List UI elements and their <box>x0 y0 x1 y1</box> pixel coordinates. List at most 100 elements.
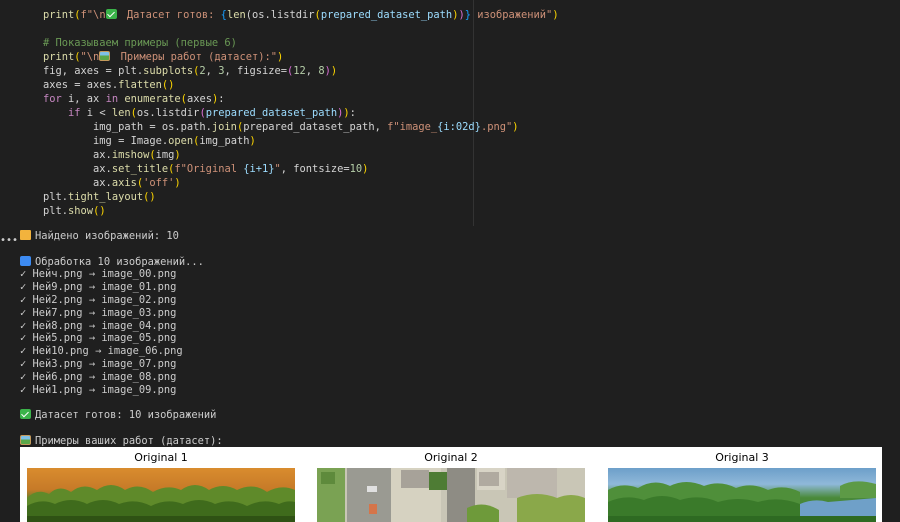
file-line: ✓ Ней7.png → image_03.png <box>20 306 177 319</box>
output-line: Датасет готов: 10 изображений <box>20 409 223 422</box>
output-line: Найдено изображений: 10 <box>20 230 223 243</box>
code-token: (os.listdir <box>245 9 315 21</box>
code-token: join <box>211 121 237 133</box>
code-token: , <box>305 65 319 77</box>
code-token: изображений" <box>470 9 553 21</box>
code-token: axis <box>111 177 137 189</box>
code-token: in <box>105 93 119 105</box>
output-processing: Обработка 10 изображений... <box>35 255 204 268</box>
subplot-image-3 <box>608 468 876 522</box>
file-line: ✓ Ней2.png → image_02.png <box>20 293 177 306</box>
code-token: print <box>43 51 75 63</box>
subplot-title-3: Original 3 <box>715 451 769 464</box>
code-token: f"\n <box>80 9 106 21</box>
code-token: fig, axes = plt. <box>43 65 144 77</box>
code-token: ) <box>552 9 559 21</box>
code-token: len <box>111 107 131 119</box>
picture-icon <box>20 434 31 445</box>
code-token: : <box>349 107 356 119</box>
code-token: img = Image. <box>93 135 169 147</box>
town-illustration <box>317 468 585 522</box>
code-token: ) <box>249 135 256 147</box>
file-line: ✓ Ней1.png → image_09.png <box>20 383 177 396</box>
check-icon <box>20 409 31 420</box>
output-examples: Примеры ваших работ (датасет): <box>35 434 223 447</box>
code-editor[interactable]: print(f"\n Датасет готов: {len(os.listdi… <box>43 8 559 218</box>
code-token: ) <box>512 121 519 133</box>
output-ready: Датасет готов: 10 изображений <box>35 409 217 422</box>
forest-illustration <box>27 485 295 522</box>
code-line: ax.set_title(f"Original {i+1}", fontsize… <box>43 162 559 176</box>
subplot-title-2: Original 2 <box>424 451 478 464</box>
code-token: prepared_dataset_path <box>205 107 338 119</box>
file-line: ✓ Ней6.png → image_08.png <box>20 370 177 383</box>
file-line: ✓ Ней3.png → image_07.png <box>20 357 177 370</box>
code-token: plt. <box>43 205 69 217</box>
code-token: () <box>93 205 106 217</box>
code-token: subplots <box>143 65 194 77</box>
code-token: ) <box>174 149 181 161</box>
code-line: if i < len(os.listdir(prepared_dataset_p… <box>43 106 559 120</box>
code-token: () <box>161 79 175 91</box>
code-token: print <box>43 9 75 21</box>
code-token: enumerate <box>124 93 181 105</box>
code-token: ) <box>362 163 369 175</box>
code-token: axes = axes. <box>43 79 119 91</box>
code-token: for <box>43 93 62 105</box>
picture-icon <box>99 51 111 61</box>
folder-icon <box>20 230 31 240</box>
code-token: {i:02d} <box>437 121 481 133</box>
output-menu-icon[interactable]: ••• <box>0 236 18 246</box>
file-line: ✓ Ней5.png → image_05.png <box>20 332 177 345</box>
code-token: 12 <box>293 65 306 77</box>
matplotlib-figure: Original 1 Original 2 Original 3 <box>20 447 882 522</box>
file-line: ✓ Ней9.png → image_01.png <box>20 281 177 294</box>
code-token: open <box>168 135 194 147</box>
code-token: , fontsize= <box>280 163 350 175</box>
code-line: for i, ax in enumerate(axes): <box>43 92 559 106</box>
code-token: .png" <box>480 121 513 133</box>
code-token: prepared_dataset_path, <box>243 121 388 133</box>
code-line: plt.tight_layout() <box>43 190 559 204</box>
code-cell[interactable]: print(f"\n Датасет готов: {len(os.listdi… <box>0 0 900 226</box>
code-token: f"Original <box>174 163 244 175</box>
code-token: axes <box>186 93 212 105</box>
code-token: img_path = os.path. <box>93 121 212 133</box>
code-token: "\n <box>80 51 100 63</box>
code-token: show <box>68 205 94 217</box>
code-token: f"image_ <box>387 121 438 133</box>
code-token: if <box>68 107 81 119</box>
code-token: tight_layout <box>68 191 144 203</box>
code-token: img <box>155 149 175 161</box>
subplot-image-1 <box>27 468 295 522</box>
code-token: prepared_dataset_path <box>320 9 453 21</box>
code-line: fig, axes = plt.subplots(2, 3, figsize=(… <box>43 64 559 78</box>
code-line: plt.show() <box>43 204 559 218</box>
code-token: i < <box>80 107 112 119</box>
file-line: ✓ Нейч.png → image_00.png <box>20 268 177 281</box>
subplot-image-2 <box>317 468 585 522</box>
code-token: , figsize= <box>224 65 288 77</box>
code-comment: # Показываем примеры (первые 6) <box>43 37 237 49</box>
code-line: ax.axis('off') <box>43 176 559 190</box>
output-line: Обработка 10 изображений... <box>20 255 223 269</box>
code-token: ) <box>330 65 338 77</box>
code-token: i, ax <box>61 93 106 105</box>
file-line: ✓ Ней10.png → image_06.png <box>20 345 183 358</box>
output-line: Примеры ваших работ (датасет): <box>20 434 223 448</box>
code-token: os.listdir <box>136 107 200 119</box>
output-text: Найдено изображений: 10 Обработка 10 изо… <box>20 230 223 448</box>
code-token: ) <box>276 51 284 63</box>
code-line: print(f"\n Датасет готов: {len(os.listdi… <box>43 8 559 22</box>
code-token: () <box>143 191 156 203</box>
code-token: img_path <box>199 135 250 147</box>
refresh-icon <box>20 255 31 266</box>
code-line: ax.imshow(img) <box>43 148 559 162</box>
code-token: set_title <box>111 163 169 175</box>
code-token: len <box>226 9 246 21</box>
code-token: 10 <box>349 163 363 175</box>
code-token: flatten <box>118 79 162 91</box>
code-token: Примеры работ (датасет):" <box>114 51 277 63</box>
code-token: ) <box>174 177 181 189</box>
